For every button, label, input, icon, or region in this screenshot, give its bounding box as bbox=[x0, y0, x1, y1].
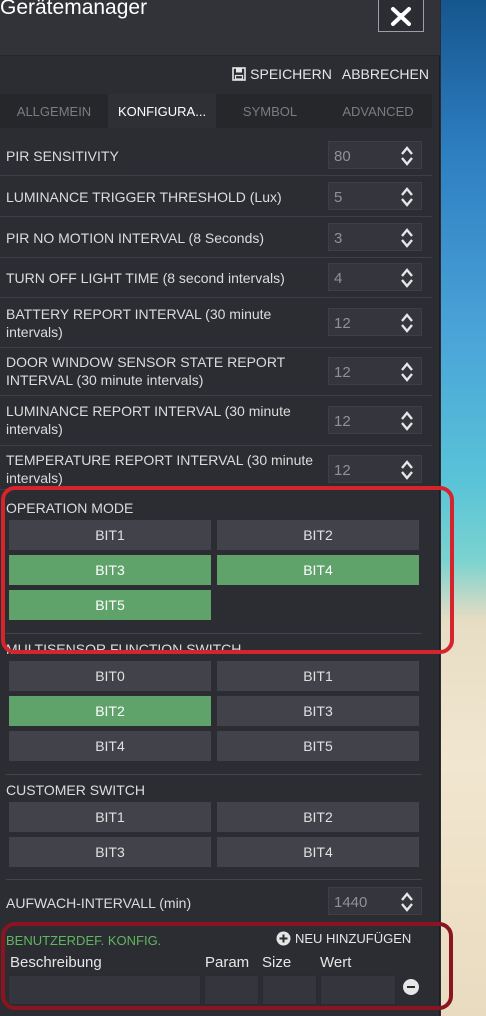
wake-interval-stepper[interactable]: 1440 bbox=[328, 887, 422, 915]
param-row-pir-no-motion: PIR NO MOTION INTERVAL (8 Seconds) 3 bbox=[0, 217, 432, 258]
customer-switch-bit2[interactable]: BIT2 bbox=[217, 802, 419, 832]
param-row-luminance-trigger: LUMINANCE TRIGGER THRESHOLD (Lux) 5 bbox=[0, 176, 432, 217]
param-value: 80 bbox=[334, 148, 351, 165]
param-stepper[interactable]: 80 bbox=[328, 141, 422, 169]
tab-symbol[interactable]: SYMBOL bbox=[216, 94, 324, 128]
wake-interval-value: 1440 bbox=[334, 894, 368, 911]
panel-header: Gerätemanager bbox=[0, 0, 440, 56]
param-value: 4 bbox=[334, 270, 343, 287]
highlight-box-custom-config bbox=[1, 922, 453, 1010]
param-value: 5 bbox=[334, 189, 343, 206]
up-down-arrows-icon bbox=[401, 187, 413, 207]
customer-switch-bit3[interactable]: BIT3 bbox=[9, 837, 211, 867]
floppy-disk-icon bbox=[232, 67, 246, 81]
multisensor-bit5[interactable]: BIT5 bbox=[217, 731, 419, 761]
param-row-luminance-report: LUMINANCE REPORT INTERVAL (30 minute int… bbox=[0, 396, 432, 446]
up-down-arrows-icon bbox=[401, 892, 413, 912]
param-stepper[interactable]: 3 bbox=[328, 223, 422, 251]
cancel-label: ABBRECHEN bbox=[341, 66, 429, 82]
param-label: PIR SENSITIVITY bbox=[6, 148, 119, 164]
up-down-arrows-icon bbox=[401, 460, 413, 480]
up-down-arrows-icon bbox=[401, 228, 413, 248]
multisensor-bit3[interactable]: BIT3 bbox=[217, 696, 419, 726]
tab-advanced[interactable]: ADVANCED bbox=[324, 94, 432, 128]
param-value: 12 bbox=[334, 364, 351, 381]
up-down-arrows-icon bbox=[401, 411, 413, 431]
param-row-battery-report: BATTERY REPORT INTERVAL (30 minute inter… bbox=[0, 298, 432, 348]
wake-interval-label: AUFWACH-INTERVALL (min) bbox=[6, 895, 192, 911]
tab-konfiguration[interactable]: KONFIGURA... bbox=[108, 94, 216, 128]
save-label: SPEICHERN bbox=[250, 66, 332, 82]
highlight-box-operation-mode bbox=[1, 486, 454, 654]
param-label: DOOR WINDOW SENSOR STATE REPORT INTERVAL… bbox=[6, 354, 285, 388]
param-stepper[interactable]: 12 bbox=[328, 455, 422, 483]
cancel-button[interactable]: ABBRECHEN bbox=[342, 66, 429, 82]
param-label: LUMINANCE TRIGGER THRESHOLD (Lux) bbox=[6, 189, 282, 205]
tab-bar: ALLGEMEIN KONFIGURA... SYMBOL ADVANCED bbox=[0, 94, 432, 128]
multisensor-bit2[interactable]: BIT2 bbox=[9, 696, 211, 726]
param-row-door-window-report: DOOR WINDOW SENSOR STATE REPORT INTERVAL… bbox=[0, 348, 432, 396]
param-label: TURN OFF LIGHT TIME (8 second intervals) bbox=[6, 270, 285, 286]
up-down-arrows-icon bbox=[401, 313, 413, 333]
param-row-pir-sensitivity: PIR SENSITIVITY 80 bbox=[0, 136, 432, 176]
param-row-turn-off-light: TURN OFF LIGHT TIME (8 second intervals)… bbox=[0, 258, 432, 298]
multisensor-bit0[interactable]: BIT0 bbox=[9, 661, 211, 691]
param-label: BATTERY REPORT INTERVAL (30 minute inter… bbox=[6, 306, 272, 340]
up-down-arrows-icon bbox=[401, 268, 413, 288]
param-stepper[interactable]: 12 bbox=[328, 357, 422, 385]
param-stepper[interactable]: 12 bbox=[328, 406, 422, 434]
param-label: TEMPERATURE REPORT INTERVAL (30 minute i… bbox=[6, 452, 314, 486]
header-actions: SPEICHERN ABBRECHEN bbox=[232, 66, 429, 82]
wake-interval-row: AUFWACH-INTERVALL (min) 1440 bbox=[0, 882, 432, 922]
param-label: LUMINANCE REPORT INTERVAL (30 minute int… bbox=[6, 403, 291, 437]
param-value: 12 bbox=[334, 462, 351, 479]
multisensor-bit1[interactable]: BIT1 bbox=[217, 661, 419, 691]
param-stepper[interactable]: 4 bbox=[328, 263, 422, 291]
param-label: PIR NO MOTION INTERVAL (8 Seconds) bbox=[6, 230, 265, 246]
param-value: 3 bbox=[334, 230, 343, 247]
param-row-temperature-report: TEMPERATURE REPORT INTERVAL (30 minute i… bbox=[0, 446, 432, 490]
tools-button[interactable] bbox=[378, 0, 424, 32]
up-down-arrows-icon bbox=[401, 362, 413, 382]
up-down-arrows-icon bbox=[401, 146, 413, 166]
customer-switch-title: CUSTOMER SWITCH bbox=[6, 782, 145, 798]
tools-cross-icon bbox=[391, 6, 411, 26]
param-value: 12 bbox=[334, 315, 351, 332]
tab-allgemein[interactable]: ALLGEMEIN bbox=[0, 94, 108, 128]
param-value: 12 bbox=[334, 413, 351, 430]
page-title: Gerätemanager bbox=[0, 0, 148, 19]
multisensor-bit4[interactable]: BIT4 bbox=[9, 731, 211, 761]
customer-switch-bit1[interactable]: BIT1 bbox=[9, 802, 211, 832]
param-stepper[interactable]: 5 bbox=[328, 182, 422, 210]
customer-switch-bit4[interactable]: BIT4 bbox=[217, 837, 419, 867]
param-stepper[interactable]: 12 bbox=[328, 308, 422, 336]
save-button[interactable]: SPEICHERN bbox=[232, 66, 332, 82]
divider bbox=[6, 879, 422, 880]
divider bbox=[6, 774, 422, 775]
